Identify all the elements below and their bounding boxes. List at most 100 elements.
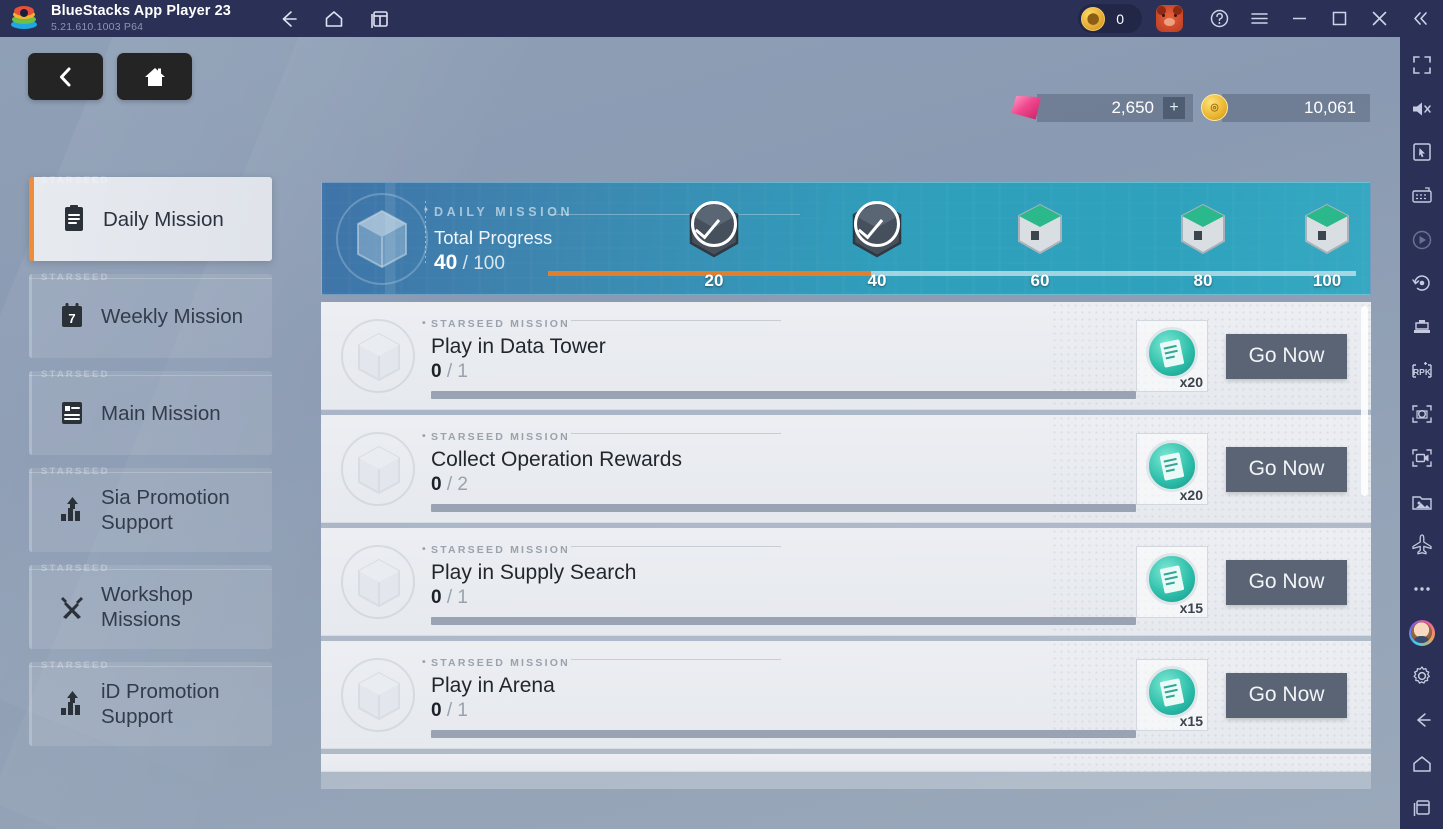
sidebar-kicker: STARSEED (41, 272, 110, 283)
sidebar-item-id-promotion-support[interactable]: iD Promotion Support (29, 662, 272, 746)
milestone-100[interactable]: 100 (1292, 199, 1362, 290)
mission-progress-bar (431, 729, 1136, 738)
hamburger-menu-icon[interactable] (1239, 0, 1279, 37)
mission-progress-bar (431, 390, 1136, 399)
table-row-partial[interactable] (321, 754, 1371, 772)
mission-reward[interactable]: x20 (1136, 320, 1208, 392)
sidebar-item-workshop-missions[interactable]: Workshop Missions (29, 565, 272, 649)
home-icon[interactable] (321, 6, 347, 32)
sidebar-item-weekly-mission[interactable]: 7 Weekly Mission (29, 274, 272, 358)
mission-list-scrollbar[interactable] (1361, 306, 1368, 496)
mission-kicker: STARSEED MISSION (422, 543, 570, 556)
svg-text:RPK: RPK (1413, 367, 1432, 377)
more-icon[interactable] (1400, 567, 1443, 611)
table-row[interactable]: STARSEED MISSION Play in Supply Search 0… (321, 528, 1371, 636)
android-recents-icon[interactable] (1400, 785, 1443, 829)
scroll-token-icon (1146, 327, 1198, 379)
currency-bar: 2,650 + ⌾ 10,061 (1011, 93, 1370, 122)
sidebar-kicker: STARSEED (41, 369, 110, 380)
bluestacks-sidebar: RPK (1400, 37, 1443, 829)
game-controls-icon[interactable] (1400, 305, 1443, 349)
maximize-icon[interactable] (1319, 0, 1359, 37)
multi-instance-icon[interactable] (367, 6, 393, 32)
close-icon[interactable] (1359, 0, 1399, 37)
airplane-icon[interactable] (1400, 523, 1443, 567)
mission-panel: DAILY MISSION Total Progress 40 / 100 2 (321, 182, 1371, 789)
sidebar-item-main-mission[interactable]: Main Mission (29, 371, 272, 455)
mission-kicker: STARSEED MISSION (422, 317, 570, 330)
milestone-label: 60 (1030, 271, 1050, 290)
sidebar-group-sia: STARSEED Sia Promotion Support (29, 466, 272, 552)
mission-progress: 0 / 1 (431, 361, 1136, 383)
bluestacks-logo-icon (11, 5, 37, 32)
sidebar-item-label: Weekly Mission (101, 304, 244, 328)
go-now-button[interactable]: Go Now (1226, 672, 1347, 718)
mission-progress-total: / 1 (441, 360, 468, 382)
avatar[interactable] (1400, 611, 1443, 655)
mission-progress-total: / 2 (441, 473, 468, 495)
mission-reward[interactable]: x15 (1136, 546, 1208, 618)
mission-reward-count: x15 (1179, 600, 1203, 616)
settings-gear-icon[interactable] (1400, 654, 1443, 698)
points-pill[interactable]: ⬤ 0 (1078, 4, 1142, 33)
rpk-icon[interactable]: RPK (1400, 349, 1443, 393)
table-row[interactable]: STARSEED MISSION Collect Operation Rewar… (321, 415, 1371, 523)
points-coin-icon: ⬤ (1081, 6, 1106, 31)
milestone-track (548, 271, 1356, 276)
mission-crate-icon (339, 317, 417, 395)
mission-progress-current: 0 (431, 586, 442, 608)
sidebar-kicker: STARSEED (41, 175, 110, 186)
sidebar-item-daily-mission[interactable]: Daily Mission (29, 177, 272, 261)
bar-chart-up-icon (57, 496, 87, 524)
collapse-icon[interactable] (1399, 0, 1439, 37)
record-icon[interactable] (1400, 436, 1443, 480)
android-back-icon[interactable] (1400, 698, 1443, 742)
daily-progress-banner: DAILY MISSION Total Progress 40 / 100 2 (321, 182, 1371, 295)
gem-currency[interactable]: 2,650 + (1011, 93, 1193, 122)
android-home-icon[interactable] (1400, 742, 1443, 786)
mission-progress: 0 / 1 (431, 700, 1136, 722)
milestone-40[interactable]: 40 (842, 199, 912, 290)
go-now-button[interactable]: Go Now (1226, 559, 1347, 605)
macro-play-icon[interactable] (1400, 218, 1443, 262)
banner-progress-current: 40 (434, 251, 458, 274)
add-gem-button[interactable]: + (1163, 96, 1185, 119)
table-row[interactable]: STARSEED MISSION Play in Arena 0 / 1 x15… (321, 641, 1371, 749)
mission-progress-total: / 1 (441, 699, 468, 721)
bar-chart-up-icon (57, 690, 87, 718)
mascot-avatar-icon[interactable] (1156, 5, 1183, 32)
game-viewport: 2,650 + ⌾ 10,061 STARSEED Daily Mission … (0, 37, 1400, 829)
mission-text-group: STARSEED MISSION Play in Arena 0 / 1 (422, 653, 1136, 738)
table-row[interactable]: STARSEED MISSION Play in Data Tower 0 / … (321, 302, 1371, 410)
mute-icon[interactable] (1400, 87, 1443, 131)
gem-value: 2,650 (1111, 97, 1154, 117)
fullscreen-icon[interactable] (1400, 43, 1443, 87)
media-manager-icon[interactable] (1400, 480, 1443, 524)
crate-locked-icon (1174, 199, 1232, 259)
mission-reward[interactable]: x20 (1136, 433, 1208, 505)
titlebar-right-group: ⬤ 0 (1078, 0, 1443, 37)
back-chevron-button[interactable] (28, 53, 103, 100)
go-now-button[interactable]: Go Now (1226, 446, 1347, 492)
milestone-80[interactable]: 80 (1168, 199, 1238, 290)
mission-progress: 0 / 1 (431, 587, 1136, 609)
keyboard-controls-icon[interactable] (1400, 174, 1443, 218)
coin-currency[interactable]: ⌾ 10,061 (1201, 93, 1370, 122)
mission-title: Collect Operation Rewards (431, 447, 682, 471)
sidebar-group-workshop: STARSEED Workshop Missions (29, 563, 272, 649)
rotate-icon[interactable] (1400, 261, 1443, 305)
sidebar-item-sia-promotion-support[interactable]: Sia Promotion Support (29, 468, 272, 552)
back-icon[interactable] (275, 6, 301, 32)
milestone-20[interactable]: 20 (679, 199, 749, 290)
mission-progress-current: 0 (431, 699, 442, 721)
minimize-icon[interactable] (1279, 0, 1319, 37)
milestone-60[interactable]: 60 (1005, 199, 1075, 290)
help-icon[interactable] (1199, 0, 1239, 37)
mission-crate-icon (339, 430, 417, 508)
home-button[interactable] (117, 53, 192, 100)
pointer-icon[interactable] (1400, 130, 1443, 174)
go-now-button[interactable]: Go Now (1226, 333, 1347, 379)
sidebar-item-label: iD Promotion Support (101, 680, 220, 728)
screenshot-icon[interactable] (1400, 392, 1443, 436)
mission-reward[interactable]: x15 (1136, 659, 1208, 731)
